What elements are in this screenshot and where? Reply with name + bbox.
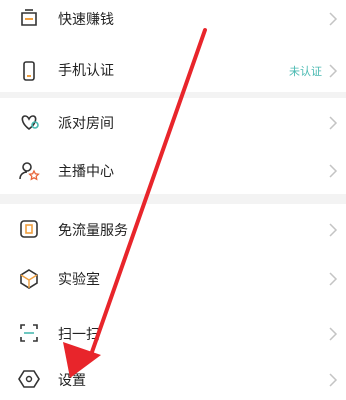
chevron-right-icon	[329, 272, 338, 286]
menu-item-label: 派对房间	[58, 116, 114, 132]
phone-icon	[23, 61, 35, 81]
menu-item-scan[interactable]: 扫一扫	[0, 308, 346, 358]
menu-group-account: 快速赚钱 手机认证 未认证	[0, 0, 346, 92]
scan-icon	[20, 324, 38, 342]
menu-item-quick-earn[interactable]: 快速赚钱	[0, 0, 346, 42]
wallet-icon	[21, 9, 37, 26]
menu-group-tools: 免流量服务 实验室 扫一扫 设置	[0, 204, 346, 400]
verify-status: 未认证	[289, 65, 322, 78]
heart-chat-icon	[21, 115, 39, 131]
menu-item-label: 免流量服务	[58, 223, 128, 239]
menu-item-data-free-service[interactable]: 免流量服务	[0, 204, 346, 254]
chevron-right-icon	[329, 64, 338, 78]
menu-item-phone-verify[interactable]: 手机认证 未认证	[0, 50, 346, 92]
chevron-right-icon	[329, 373, 338, 387]
menu-item-host-center[interactable]: 主播中心	[0, 146, 346, 194]
menu-item-label: 快速赚钱	[58, 12, 114, 28]
user-star-icon	[19, 162, 40, 181]
menu-item-party-room[interactable]: 派对房间	[0, 98, 346, 146]
menu-group-social: 派对房间 主播中心	[0, 98, 346, 194]
menu-item-label: 设置	[58, 373, 86, 389]
menu-item-lab[interactable]: 实验室	[0, 254, 346, 304]
hexagon-gear-icon	[18, 370, 40, 388]
menu-item-settings[interactable]: 设置	[0, 358, 346, 400]
menu-item-label: 主播中心	[58, 164, 114, 180]
chevron-right-icon	[329, 116, 338, 130]
menu-item-label: 扫一扫	[58, 327, 100, 343]
chevron-right-icon	[329, 327, 338, 341]
chevron-right-icon	[329, 223, 338, 237]
chevron-right-icon	[329, 164, 338, 178]
cube-icon	[20, 269, 38, 289]
chevron-right-icon	[329, 12, 338, 26]
sim-card-icon	[20, 220, 38, 238]
menu-item-label: 手机认证	[58, 63, 114, 79]
menu-item-label: 实验室	[58, 272, 100, 288]
